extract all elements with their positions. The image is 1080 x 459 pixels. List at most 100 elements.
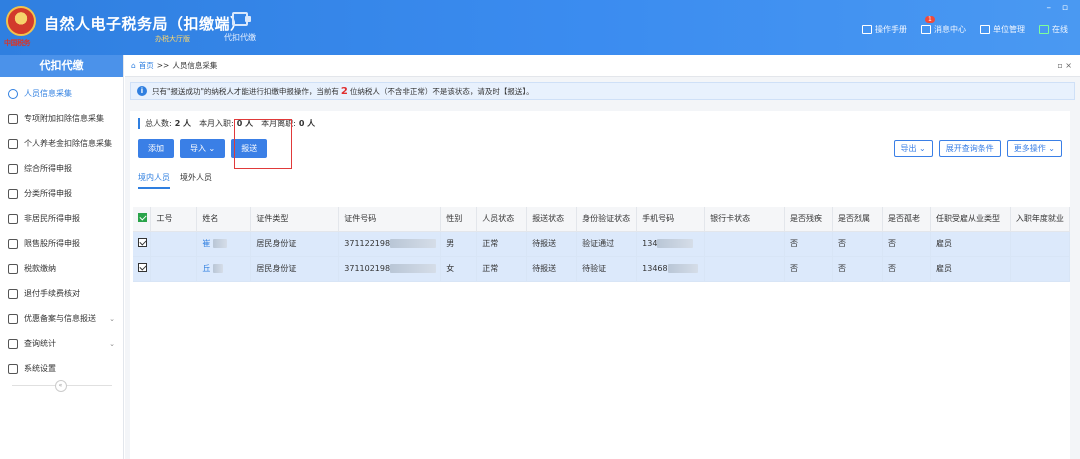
table-row[interactable]: 丘 居民身份证 371102198 女 正常 待报送 待验证 13468 否 否… — [133, 256, 1071, 282]
notice-banner: i 只有"报送成功"的纳税人才能进行扣缴申报操作，当前有 2 位纳税人（不含非正… — [130, 82, 1075, 100]
cell-verify-status: 验证通过 — [576, 231, 638, 257]
person-name[interactable]: 崔 — [202, 239, 210, 248]
sidebar-item-preferential[interactable]: 优惠备案与信息报送 ⌄ — [0, 306, 123, 331]
col-header[interactable]: 证件类型 — [250, 207, 340, 232]
cell-phone: 134 — [636, 231, 706, 257]
cell-employment-type: 雇员 — [930, 256, 1011, 282]
sidebar-item-refund-fee[interactable]: 退付手续费核对 — [0, 281, 123, 306]
row-checkbox[interactable] — [138, 238, 147, 247]
select-all-checkbox[interactable] — [138, 213, 147, 223]
select-all-cell[interactable] — [133, 207, 152, 232]
import-button[interactable]: 导入 ⌄ — [180, 139, 226, 158]
sidebar-item-settings[interactable]: 系统设置 — [0, 356, 123, 381]
unit-button[interactable]: 单位管理 — [980, 24, 1025, 35]
sidebar-item-label: 专项附加扣除信息采集 — [24, 114, 104, 123]
id-number: 371122198 — [344, 239, 391, 248]
main-area: ⌂ 首页 >> 人员信息采集 ▫ × i 只有"报送成功"的纳税人才能进行扣缴申… — [125, 55, 1080, 459]
chevron-down-icon: ⌄ — [109, 314, 115, 323]
sidebar-item-label: 优惠备案与信息报送 — [24, 314, 96, 323]
col-header[interactable]: 报送状态 — [526, 207, 578, 232]
person-icon — [8, 88, 18, 99]
sidebar-item-query[interactable]: 查询统计 ⌄ — [0, 331, 123, 356]
id-number: 371102198 — [344, 264, 391, 273]
person-name[interactable]: 丘 — [202, 264, 210, 273]
chevron-down-icon: ⌄ — [109, 339, 115, 348]
row-select-cell[interactable] — [133, 231, 152, 257]
cell-report-status: 待报送 — [526, 256, 578, 282]
col-header[interactable]: 是否烈属 — [832, 207, 883, 232]
phone-number: 13468 — [642, 264, 668, 273]
sidebar-item-personnel[interactable]: 人员信息采集 — [0, 81, 123, 106]
app-subtitle: 办税大厅版 — [155, 35, 190, 43]
sidebar-item-special-deduction[interactable]: 专项附加扣除信息采集 — [0, 106, 123, 131]
col-header[interactable]: 身份验证状态 — [576, 207, 638, 232]
col-header[interactable]: 银行卡状态 — [704, 207, 786, 232]
sidebar-item-pension[interactable]: 个人养老金扣除信息采集 — [0, 131, 123, 156]
col-header[interactable]: 性别 — [440, 207, 478, 232]
collapse-icon[interactable]: « — [54, 380, 67, 392]
sidebar-item-comprehensive[interactable]: 综合所得申报 — [0, 156, 123, 181]
cell-verify-status: 待验证 — [576, 256, 638, 282]
cell-bank-status — [704, 256, 786, 282]
info-icon: i — [137, 86, 147, 96]
messages-button[interactable]: 1 消息中心 — [921, 16, 966, 35]
manual-label: 操作手册 — [875, 25, 907, 34]
building-icon — [980, 25, 990, 34]
col-header[interactable]: 是否孤老 — [882, 207, 931, 232]
home-icon[interactable]: ⌂ — [131, 61, 136, 70]
redacted-name — [212, 239, 227, 248]
col-header[interactable]: 手机号码 — [636, 207, 706, 232]
bar-chart-icon — [8, 238, 18, 249]
col-header[interactable]: 证件号码 — [338, 207, 442, 232]
table-row[interactable]: 崔 居民身份证 371122198 男 正常 待报送 验证通过 134 否 否 … — [133, 231, 1071, 257]
cell-disabled: 否 — [784, 231, 834, 257]
sidebar-item-nonresident[interactable]: 非居民所得申报 — [0, 206, 123, 231]
table-header-row: 工号 姓名 证件类型 证件号码 性别 人员状态 报送状态 身份验证状态 手机号码… — [133, 207, 1071, 232]
folder-icon — [8, 263, 18, 274]
window-controls[interactable]: – ▫ — [1047, 3, 1072, 13]
col-header[interactable]: 任职受雇从业类型 — [930, 207, 1011, 232]
notice-text-post: 位纳税人（不含非正常）不是该状态，请及时【报送】。 — [349, 86, 534, 96]
breadcrumb-separator: >> — [156, 61, 170, 70]
close-tab-icon[interactable]: ▫ × — [1057, 61, 1072, 70]
cell-employment-type: 雇员 — [930, 231, 1011, 257]
message-badge: 1 — [925, 16, 935, 23]
online-status[interactable]: 在线 — [1039, 24, 1068, 35]
expand-query-button[interactable]: 展开查询条件 — [938, 140, 1001, 157]
row-checkbox[interactable] — [138, 263, 147, 272]
cell-gender: 女 — [440, 256, 478, 282]
col-header[interactable]: 姓名 — [196, 207, 252, 232]
sidebar-item-label: 查询统计 — [24, 339, 56, 348]
col-header[interactable]: 是否残疾 — [784, 207, 834, 232]
sidebar-item-classified[interactable]: 分类所得申报 — [0, 181, 123, 206]
sidebar-item-restricted-stock[interactable]: 限售股所得申报 — [0, 231, 123, 256]
cell-id-type: 居民身份证 — [250, 231, 340, 257]
sidebar-item-label: 非居民所得申报 — [24, 214, 80, 223]
tab-domestic[interactable]: 境内人员 — [138, 172, 170, 189]
export-button[interactable]: 导出 ⌄ — [893, 140, 933, 157]
cell-employee-no — [150, 256, 198, 282]
row-select-cell[interactable] — [133, 256, 152, 282]
submit-highlight-box — [234, 119, 292, 169]
file-icon — [8, 313, 18, 324]
cell-name[interactable]: 崔 — [196, 231, 252, 257]
wallet-icon — [232, 12, 251, 26]
tab-overseas[interactable]: 境外人员 — [180, 172, 212, 189]
add-button[interactable]: 添加 — [138, 139, 174, 158]
more-actions-button[interactable]: 更多操作 ⌄ — [1006, 140, 1062, 157]
breadcrumb-home[interactable]: 首页 — [139, 60, 154, 71]
sidebar-item-tax-payment[interactable]: 税款缴纳 — [0, 256, 123, 281]
manual-button[interactable]: 操作手册 — [862, 24, 907, 35]
module-withholding[interactable]: 代扣代缴 — [218, 12, 262, 43]
personnel-tabs: 境内人员 境外人员 — [138, 172, 212, 189]
cell-name[interactable]: 丘 — [196, 256, 252, 282]
left-value: 0 人 — [298, 119, 316, 128]
col-header[interactable]: 入职年度就业 — [1010, 207, 1071, 232]
cell-elderly: 否 — [882, 231, 931, 257]
col-header[interactable]: 人员状态 — [476, 207, 528, 232]
col-header[interactable]: 工号 — [150, 207, 198, 232]
secondary-buttons: 导出 ⌄ 展开查询条件 更多操作 ⌄ — [893, 140, 1062, 157]
notice-text-pre: 只有"报送成功"的纳税人才能进行扣缴申报操作，当前有 — [152, 86, 339, 96]
title-bar: 中国税务 自然人电子税务局（扣缴端） 办税大厅版 代扣代缴 – ▫ 操作手册 1… — [0, 0, 1080, 55]
cell-disabled: 否 — [784, 256, 834, 282]
